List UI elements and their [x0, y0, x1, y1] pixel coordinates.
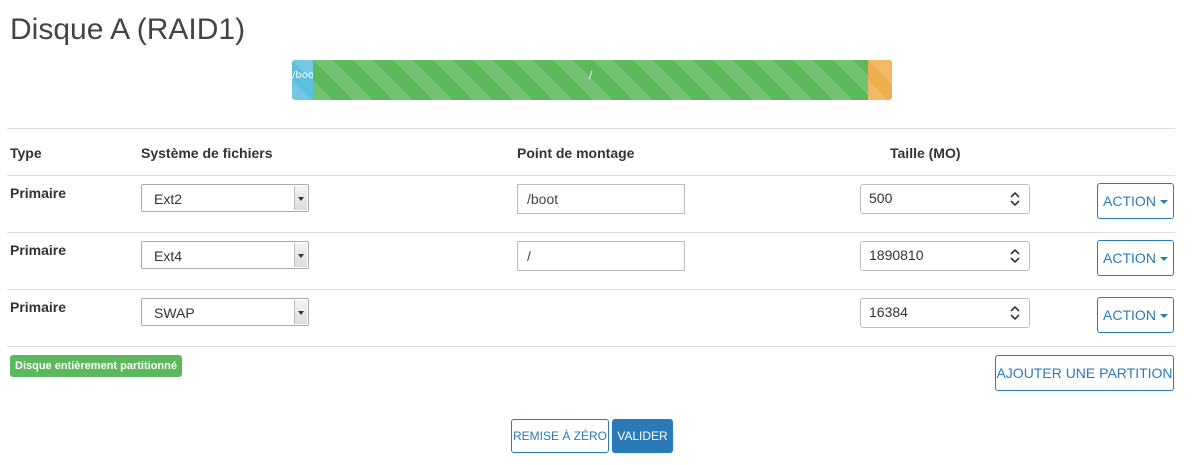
validate-button[interactable]: VALIDER [612, 419, 673, 453]
header-filesystem: Système de fichiers [141, 145, 273, 161]
dropdown-arrow-icon [294, 186, 307, 210]
select-value: Ext4 [154, 248, 183, 264]
disk-segment-swap [868, 60, 892, 100]
divider [7, 128, 1175, 129]
header-type: Type [10, 145, 42, 161]
row-3-filesystem-select[interactable]: SWAP [141, 298, 309, 326]
size-value: 16384 [869, 304, 908, 320]
caret-down-icon [1159, 200, 1168, 205]
divider [7, 346, 1175, 347]
size-value: 1890810 [869, 247, 924, 263]
action-label: ACTION [1103, 193, 1156, 209]
divider [7, 289, 1175, 290]
spinner-icon[interactable] [1009, 190, 1021, 208]
select-value: SWAP [154, 305, 195, 321]
row-1-type: Primaire [10, 185, 67, 201]
size-value: 500 [869, 190, 893, 206]
action-label: ACTION [1103, 250, 1156, 266]
disk-usage-bar: /boot / [292, 60, 892, 100]
add-partition-button[interactable]: AJOUTER UNE PARTITION [995, 355, 1174, 391]
row-2-filesystem-select[interactable]: Ext4 [141, 241, 309, 269]
row-2-type: Primaire [10, 242, 67, 258]
row-3-type: Primaire [10, 299, 67, 315]
row-3-size-input[interactable]: 16384 [860, 298, 1030, 328]
row-1-action-button[interactable]: ACTION [1097, 183, 1174, 219]
header-size: Taille (MO) [890, 145, 961, 161]
disk-segment-boot: /boot [292, 60, 313, 100]
disk-segment-root: / [313, 60, 868, 100]
row-1-filesystem-select[interactable]: Ext2 [141, 184, 309, 212]
row-1-mountpoint-input[interactable] [517, 184, 685, 214]
dropdown-arrow-icon [294, 243, 307, 267]
divider [7, 232, 1175, 233]
row-1-size-input[interactable]: 500 [860, 184, 1030, 214]
row-2-mountpoint-input[interactable] [517, 241, 685, 271]
row-3-action-button[interactable]: ACTION [1097, 297, 1174, 333]
row-2-action-button[interactable]: ACTION [1097, 240, 1174, 276]
row-2-size-input[interactable]: 1890810 [860, 241, 1030, 271]
page-title: Disque A (RAID1) [10, 13, 246, 46]
dropdown-arrow-icon [294, 300, 307, 324]
caret-down-icon [1159, 257, 1168, 262]
status-badge: Disque entièrement partitionné [10, 355, 182, 377]
header-mountpoint: Point de montage [517, 145, 635, 161]
spinner-icon[interactable] [1009, 304, 1021, 322]
select-value: Ext2 [154, 191, 183, 207]
caret-down-icon [1159, 314, 1168, 319]
spinner-icon[interactable] [1009, 247, 1021, 265]
divider [7, 175, 1175, 176]
disk-segment-label: /boot [292, 70, 313, 81]
disk-segment-label: / [588, 70, 593, 81]
action-label: ACTION [1103, 307, 1156, 323]
reset-button[interactable]: REMISE À ZÉRO [511, 419, 609, 453]
